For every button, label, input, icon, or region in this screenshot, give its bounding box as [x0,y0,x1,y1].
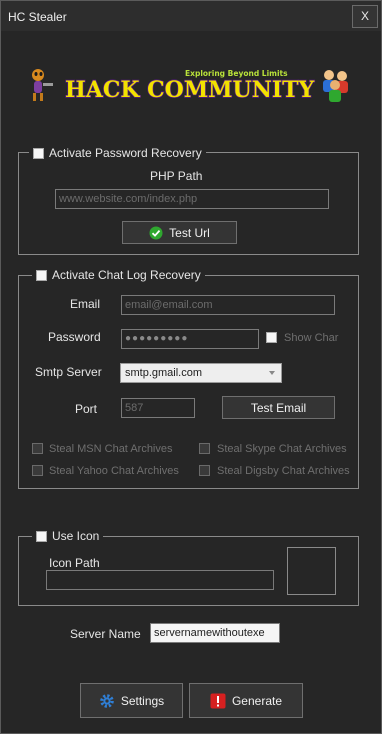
password-recovery-header[interactable]: Activate Password Recovery [29,146,206,160]
window-title: HC Stealer [8,10,67,24]
close-button[interactable]: X [352,5,378,28]
logo-banner: HACK COMMUNITY Exploring Beyond Limits [25,65,355,105]
port-input[interactable]: 587 [121,398,195,418]
password-recovery-label: Activate Password Recovery [49,146,202,160]
email-label: Email [70,297,101,311]
check-circle-icon [149,226,163,239]
test-url-button[interactable]: Test Url [122,221,237,244]
server-name-label: Server Name [70,627,141,641]
php-path-input[interactable]: www.website.com/index.php [55,189,329,209]
logo-tagline-text: Exploring Beyond Limits [185,69,288,78]
alert-icon [210,693,226,708]
digsby-archives-label: Steal Digsby Chat Archives [217,465,350,477]
msn-archives-label: Steal MSN Chat Archives [49,443,173,455]
use-icon-header[interactable]: Use Icon [32,529,104,543]
main-window: HC Stealer X HACK COMMUNITY Exploring Be… [0,0,382,734]
title-bar[interactable]: HC Stealer X [1,1,381,31]
gear-icon [100,693,114,708]
show-char-label: Show Char [284,332,339,344]
chat-log-header[interactable]: Activate Chat Log Recovery [32,268,205,282]
generate-button[interactable]: Generate [189,683,303,718]
chat-log-label: Activate Chat Log Recovery [52,268,201,282]
use-icon-label: Use Icon [52,529,100,543]
mascot-icon [32,69,53,101]
port-label: Port [75,402,98,416]
settings-button[interactable]: Settings [80,683,183,718]
generate-label: Generate [231,693,283,708]
password-input[interactable]: ●●●●●●●●● [121,329,259,349]
settings-label: Settings [120,693,165,708]
use-icon-checkbox[interactable] [36,530,47,542]
smtp-server-value: smtp.gmail.com [125,367,203,379]
icon-path-input[interactable] [46,570,274,590]
smtp-server-select[interactable]: smtp.gmail.com [120,363,282,383]
logo-brand-text: HACK COMMUNITY [65,77,314,103]
php-path-label: PHP Path [150,169,203,183]
people-icon [323,70,348,102]
logo-graphic: HACK COMMUNITY Exploring Beyond Limits [32,69,348,104]
chevron-down-icon [269,371,275,375]
digsby-archives-checkbox[interactable] [199,465,210,476]
skype-archives-checkbox[interactable] [199,443,210,454]
icon-preview-box [287,547,336,595]
test-url-label: Test Url [169,225,210,240]
test-email-label: Test Email [250,400,307,415]
msn-archives-checkbox[interactable] [32,443,43,454]
password-recovery-checkbox[interactable] [33,147,44,159]
skype-archives-label: Steal Skype Chat Archives [217,443,347,455]
icon-path-label: Icon Path [49,556,100,570]
password-label: Password [48,330,101,344]
test-email-button[interactable]: Test Email [222,396,335,419]
email-input[interactable]: email@email.com [121,295,335,315]
chat-log-checkbox[interactable] [36,269,47,281]
yahoo-archives-label: Steal Yahoo Chat Archives [49,465,179,477]
smtp-server-label: Smtp Server [35,365,102,379]
yahoo-archives-checkbox[interactable] [32,465,43,476]
server-name-input[interactable]: servernamewithoutexe [150,623,280,643]
show-char-checkbox[interactable] [266,332,277,343]
